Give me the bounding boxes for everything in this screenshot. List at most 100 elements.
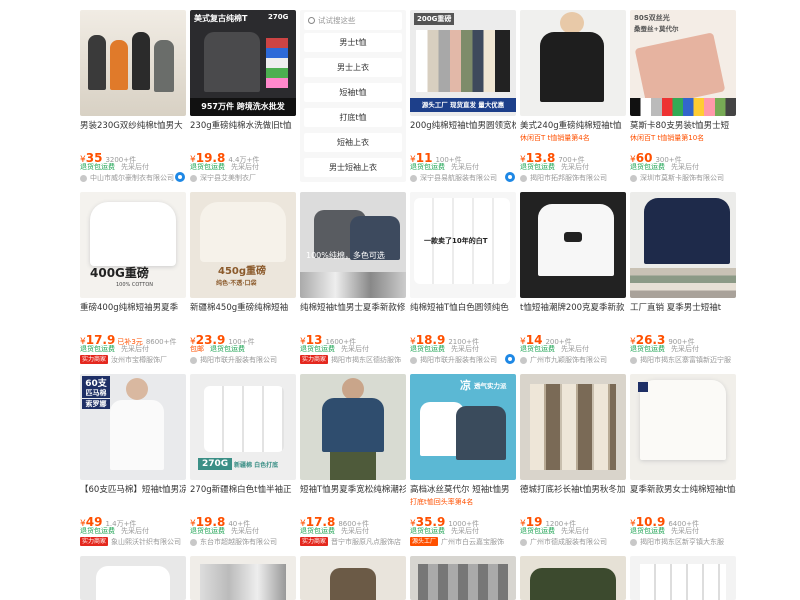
category-panel: 试试搜这些 男士t恤 男士上衣 短袖t恤 打底t恤 短袖上衣 男士短袖上衣 [300, 10, 406, 182]
product-title[interactable]: t恤短袖潮牌200克夏季新款 [520, 301, 626, 315]
shop-name[interactable]: 揭阳市拓邦服饰有限公司 [520, 173, 626, 182]
product-image[interactable] [630, 192, 736, 298]
rank-tag: 休闲百T t恤销量第10名 [630, 134, 705, 142]
category-item[interactable]: 短袖上衣 [304, 133, 402, 152]
product-image[interactable] [300, 374, 406, 480]
shop-name[interactable]: 揭阳市揭东区寨富镇新迈宁服 [630, 355, 736, 364]
shop-name[interactable]: 揭阳市联升服装有限公司 [190, 355, 296, 364]
shop-name[interactable]: 实力商家 汝州市宝樽服饰厂 [80, 355, 186, 364]
shop-name[interactable]: 东台市超越服饰有限公司 [190, 537, 296, 546]
product-title[interactable]: 短袖T恤男夏季宽松纯棉潮衫 [300, 483, 406, 497]
product-image[interactable] [80, 10, 186, 116]
product-title[interactable]: 230g重磅纯棉水洗做旧t恤 [190, 119, 296, 133]
product-title[interactable]: 纯棉短袖t恤男士夏季新款修身 [300, 301, 406, 315]
category-item[interactable]: 短袖t恤 [304, 83, 402, 102]
product-price: ¥19.8 4.4万+件 [190, 151, 260, 165]
product-price: ¥14 200+件 [520, 333, 572, 347]
product-card[interactable]: 270G 新疆棉 白色打底 270g新疆棉白色t恤半袖正 ¥19.8 40+件 退… [190, 374, 296, 546]
product-image[interactable]: 200G重磅 源头工厂 现货直发 量大优惠 [410, 10, 516, 116]
product-price: ¥18.9 2100+件 [410, 333, 480, 347]
category-item[interactable]: 男士t恤 [304, 33, 402, 52]
product-title[interactable]: 工厂直销 夏季男士短袖t [630, 301, 736, 315]
shop-name[interactable]: 深宁县易航服装有限公司 [410, 173, 516, 182]
product-image[interactable]: 450g重磅 纯色·不透·口袋 [190, 192, 296, 298]
product-card[interactable]: 工厂直销 夏季男士短袖t ¥26.3 900+件 退货包运费 先采后付 揭阳市揭东区… [630, 192, 736, 364]
shop-name[interactable]: 深圳市莫斯卡服饰有限公司 [630, 173, 736, 182]
product-price: ¥17.9 已补3元 8600+件 [80, 333, 177, 347]
product-image[interactable] [520, 374, 626, 480]
product-title[interactable]: 男装230G双纱纯棉t恤男大 [80, 119, 186, 133]
product-title[interactable]: 纯棉短袖T恤白色圆领纯色 [410, 301, 516, 315]
chat-icon[interactable] [505, 354, 515, 364]
product-price: ¥17.8 8600+件 [300, 515, 370, 529]
product-card[interactable]: 80S双丝光 桑蚕丝+莫代尔 莫斯卡80支男装t恤男士短 休闲百T t恤销量第1… [630, 10, 736, 182]
product-image[interactable]: 一款卖了10年的白T [410, 192, 516, 298]
category-item[interactable]: 男士短袖上衣 [304, 158, 402, 177]
product-card[interactable]: 60支 匹马棉 索罗娜 【60支匹马棉】短袖t恤男凉 ¥49 1.4万+件 退货包… [80, 374, 186, 546]
product-price: ¥60 300+件 [630, 151, 682, 165]
product-image[interactable]: 270G 新疆棉 白色打底 [190, 374, 296, 480]
product-title[interactable]: 重磅400g纯棉短袖男夏季 [80, 301, 186, 315]
product-title[interactable]: 200g纯棉短袖t恤男圆领宽松 [410, 119, 516, 133]
category-item[interactable]: 男士上衣 [304, 58, 402, 77]
product-image[interactable] [520, 192, 626, 298]
product-price: ¥19.8 40+件 [190, 515, 251, 529]
product-card[interactable]: 200G重磅 源头工厂 现货直发 量大优惠 200g纯棉短袖t恤男圆领宽松 ¥1… [410, 10, 516, 182]
product-title[interactable]: 莫斯卡80支男装t恤男士短 [630, 119, 736, 133]
product-title[interactable]: 夏季新款男女士纯棉短袖t恤小 [630, 483, 736, 497]
chat-icon[interactable] [505, 172, 515, 182]
product-price: ¥35 3200+件 [80, 151, 137, 165]
product-image[interactable] [190, 556, 296, 600]
product-card[interactable]: 400G重磅 100% COTTON 重磅400g纯棉短袖男夏季 ¥17.9 已补… [80, 192, 186, 364]
category-search[interactable]: 试试搜这些 [304, 12, 402, 30]
product-title[interactable]: 德城打底衫长袖t恤男秋冬加 [520, 483, 626, 497]
shop-name[interactable]: 广州市九颖服饰有限公司 [520, 355, 626, 364]
shop-name[interactable]: 揭阳市联升服装有限公司 [410, 355, 516, 364]
product-image[interactable]: 400G重磅 100% COTTON [80, 192, 186, 298]
product-image[interactable] [630, 374, 736, 480]
shop-name[interactable]: 深宁县艾美制衣厂 [190, 173, 296, 182]
shop-name[interactable]: 实力商家 象山熙沃针织有限公司 [80, 537, 186, 546]
product-image[interactable] [410, 556, 516, 600]
product-title[interactable]: 高档冰丝莫代尔 短袖t恤男 [410, 483, 516, 497]
product-image[interactable]: 凉 透气实力派 [410, 374, 516, 480]
product-card[interactable]: 100%纯棉，多色可选 纯棉短袖t恤男士夏季新款修身 ¥13 1600+件 退货包… [300, 192, 406, 364]
product-price: ¥13 1600+件 [300, 333, 357, 347]
product-card[interactable]: 美式240g重磅纯棉短袖t恤 休闲百T t恤销量第4名 ¥13.8 700+件 退… [520, 10, 626, 182]
product-card[interactable]: t恤短袖潮牌200克夏季新款 ¥14 200+件 退货包运费 先采后付 广州市九颖服… [520, 192, 626, 364]
product-card[interactable]: 一款卖了10年的白T 纯棉短袖T恤白色圆领纯色 ¥18.9 2100+件 退货包运… [410, 192, 516, 364]
product-card[interactable]: 夏季新款男女士纯棉短袖t恤小 ¥10.9 6400+件 退货包运费 先采后付 揭阳市… [630, 374, 736, 546]
product-card[interactable]: 凉 透气实力派 高档冰丝莫代尔 短袖t恤男 打底t恤回头率第4名 ¥35.9 10… [410, 374, 516, 546]
product-image[interactable]: 100%纯棉，多色可选 [300, 192, 406, 298]
product-title[interactable]: 【60支匹马棉】短袖t恤男凉 [80, 483, 186, 497]
product-image[interactable]: 美式复古纯棉T 270G 957万件 跨境洗水批发 [190, 10, 296, 116]
product-card[interactable]: 美式复古纯棉T 270G 957万件 跨境洗水批发 230g重磅纯棉水洗做旧t恤… [190, 10, 296, 182]
product-card[interactable]: 短袖T恤男夏季宽松纯棉潮衫 ¥17.8 8600+件 退货包运费 先采后付 实力商家… [300, 374, 406, 546]
category-item[interactable]: 打底t恤 [304, 108, 402, 127]
product-card[interactable]: 450g重磅 纯色·不透·口袋 新疆棉450g重磅纯棉短袖 ¥23.9 100+件… [190, 192, 296, 364]
product-image[interactable] [520, 10, 626, 116]
product-image[interactable]: 60支 匹马棉 索罗娜 [80, 374, 186, 480]
shop-name[interactable]: 广州市德成服装有限公司 [520, 537, 626, 546]
service-tags: 退货包运费 先采后付 [190, 527, 259, 535]
search-placeholder: 试试搜这些 [318, 16, 356, 25]
product-title[interactable]: 美式240g重磅纯棉短袖t恤 [520, 119, 626, 133]
product-card[interactable]: 男装230G双纱纯棉t恤男大 ¥35 3200+件 退货包运费 先采后付 中山市威尔… [80, 10, 186, 182]
product-title[interactable]: 新疆棉450g重磅纯棉短袖 [190, 301, 296, 315]
product-price: ¥11 100+件 [410, 151, 462, 165]
service-tags: 退货包运费 先采后付 [630, 527, 699, 535]
product-image[interactable] [80, 556, 186, 600]
shop-name[interactable]: 揭阳市揭东区新亨镇大东服 [630, 537, 736, 546]
shop-name[interactable]: 实力商家 揭阳市揭东区德纺服饰 [300, 355, 406, 364]
shop-name[interactable]: 中山市威尔豪制衣有限公司 [80, 173, 186, 182]
shop-name[interactable]: 实力商家 晋宁市服原凡点服饰店 [300, 537, 406, 546]
product-image[interactable] [300, 556, 406, 600]
shop-name[interactable]: 源头工厂 广州市白云嘉宝服饰 [410, 537, 516, 546]
chat-icon[interactable] [175, 172, 185, 182]
product-card[interactable]: 德城打底衫长袖t恤男秋冬加 ¥19 1200+件 退货包运费 先采后付 广州市德成服… [520, 374, 626, 546]
product-title[interactable]: 270g新疆棉白色t恤半袖正 [190, 483, 296, 497]
product-image[interactable]: 80S双丝光 桑蚕丝+莫代尔 [630, 10, 736, 116]
product-image[interactable] [630, 556, 736, 600]
service-tags: 退货包运费 先采后付 [80, 345, 149, 353]
product-image[interactable] [520, 556, 626, 600]
